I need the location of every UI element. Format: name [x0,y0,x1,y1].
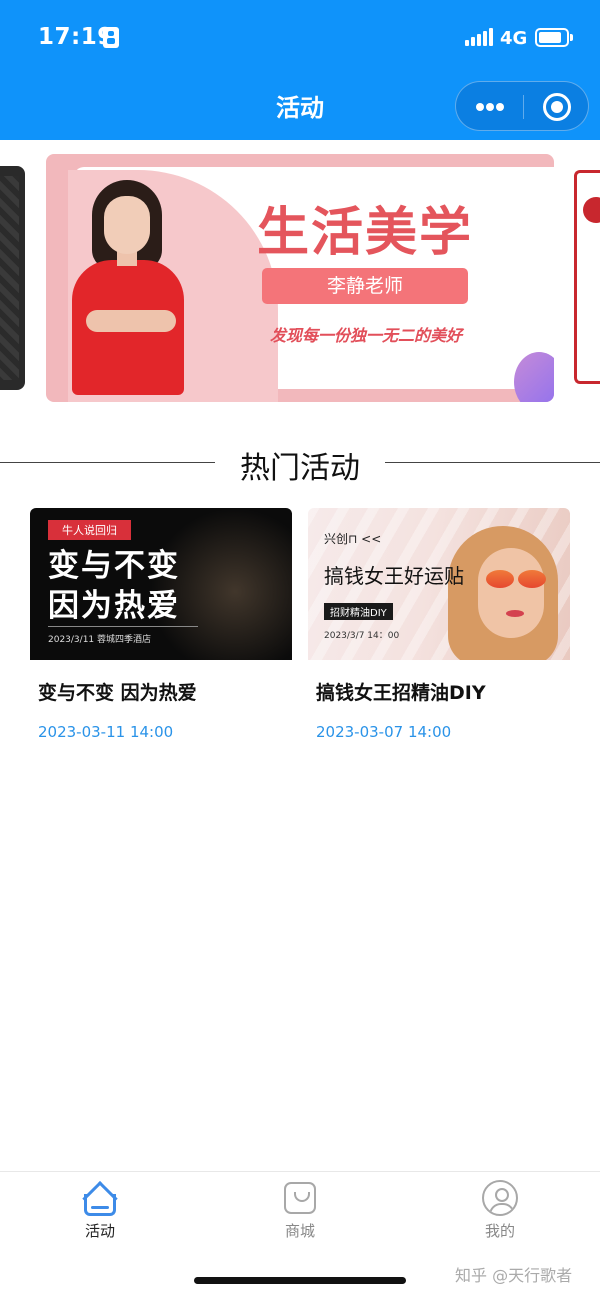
thumbnail-footer: 2023/3/11 蓉城四季酒店 [48,635,152,645]
network-type: 4G [500,28,528,49]
home-indicator [194,1277,406,1284]
battery-icon [535,28,573,47]
tab-profile[interactable]: 我的 [400,1172,600,1252]
tab-label: 商城 [284,1222,315,1240]
more-dots-icon[interactable] [456,82,523,132]
section-title: 热门活动 [240,451,360,486]
activity-thumbnail: 牛人说回归 变与不变 因为热爱 2023/3/11 蓉城四季酒店 [30,508,292,660]
activity-date: 2023-03-07 14:00 [316,723,452,741]
thumbnail-line-1: 变与不变 [48,548,180,584]
carousel-next-slide[interactable] [574,170,600,384]
activity-date: 2023-03-11 14:00 [38,723,174,741]
tab-shop[interactable]: 商城 [200,1172,400,1252]
sunglasses-graphic [486,570,548,588]
signal-icon [465,28,493,46]
shopping-bag-icon [284,1182,316,1214]
activity-title: 搞钱女王招精油DIY [316,682,486,704]
screen: 17:19 4G 活动 生活美学 李静老师 发现每一份独一无二的美好 热门活动 … [0,0,600,1298]
tab-label: 我的 [484,1222,515,1240]
tab-label: 活动 [84,1222,115,1240]
activity-thumbnail: 兴创⊓ << 搞钱女王好运贴 招财精油DIY 2023/3/7 14：00 [308,508,570,660]
home-icon-body [84,1194,116,1216]
thumbnail-tag: 牛人说回归 [48,520,131,540]
carousel-prev-slide[interactable] [0,166,25,390]
banner-slogan: 发现每一份独一无二的美好 [269,326,462,345]
activity-title: 变与不变 因为热爱 [38,682,197,704]
teacher-name-badge: 李静老师 [262,268,468,304]
thumbnail-subtitle: 招财精油DIY [324,603,393,620]
teacher-photo [64,170,194,400]
sim-card-icon [103,27,119,48]
banner-title: 生活美学 [256,203,473,263]
thumbnail-line-2: 因为热爱 [48,588,180,624]
miniprogram-capsule [455,81,589,131]
tab-activities[interactable]: 活动 [0,1172,200,1252]
thumbnail-footer: 2023/3/7 14：00 [324,631,400,641]
thumbnail-rule [48,626,198,627]
header: 17:19 4G 活动 [0,0,600,140]
miniprogram-close-icon[interactable] [524,82,590,132]
watermark: 知乎 @天行歌者 [455,1266,573,1285]
thumbnail-headline: 搞钱女王好运贴 [324,564,464,588]
thumbnail-brand: 兴创⊓ << [324,532,382,546]
user-profile-icon [482,1180,518,1216]
